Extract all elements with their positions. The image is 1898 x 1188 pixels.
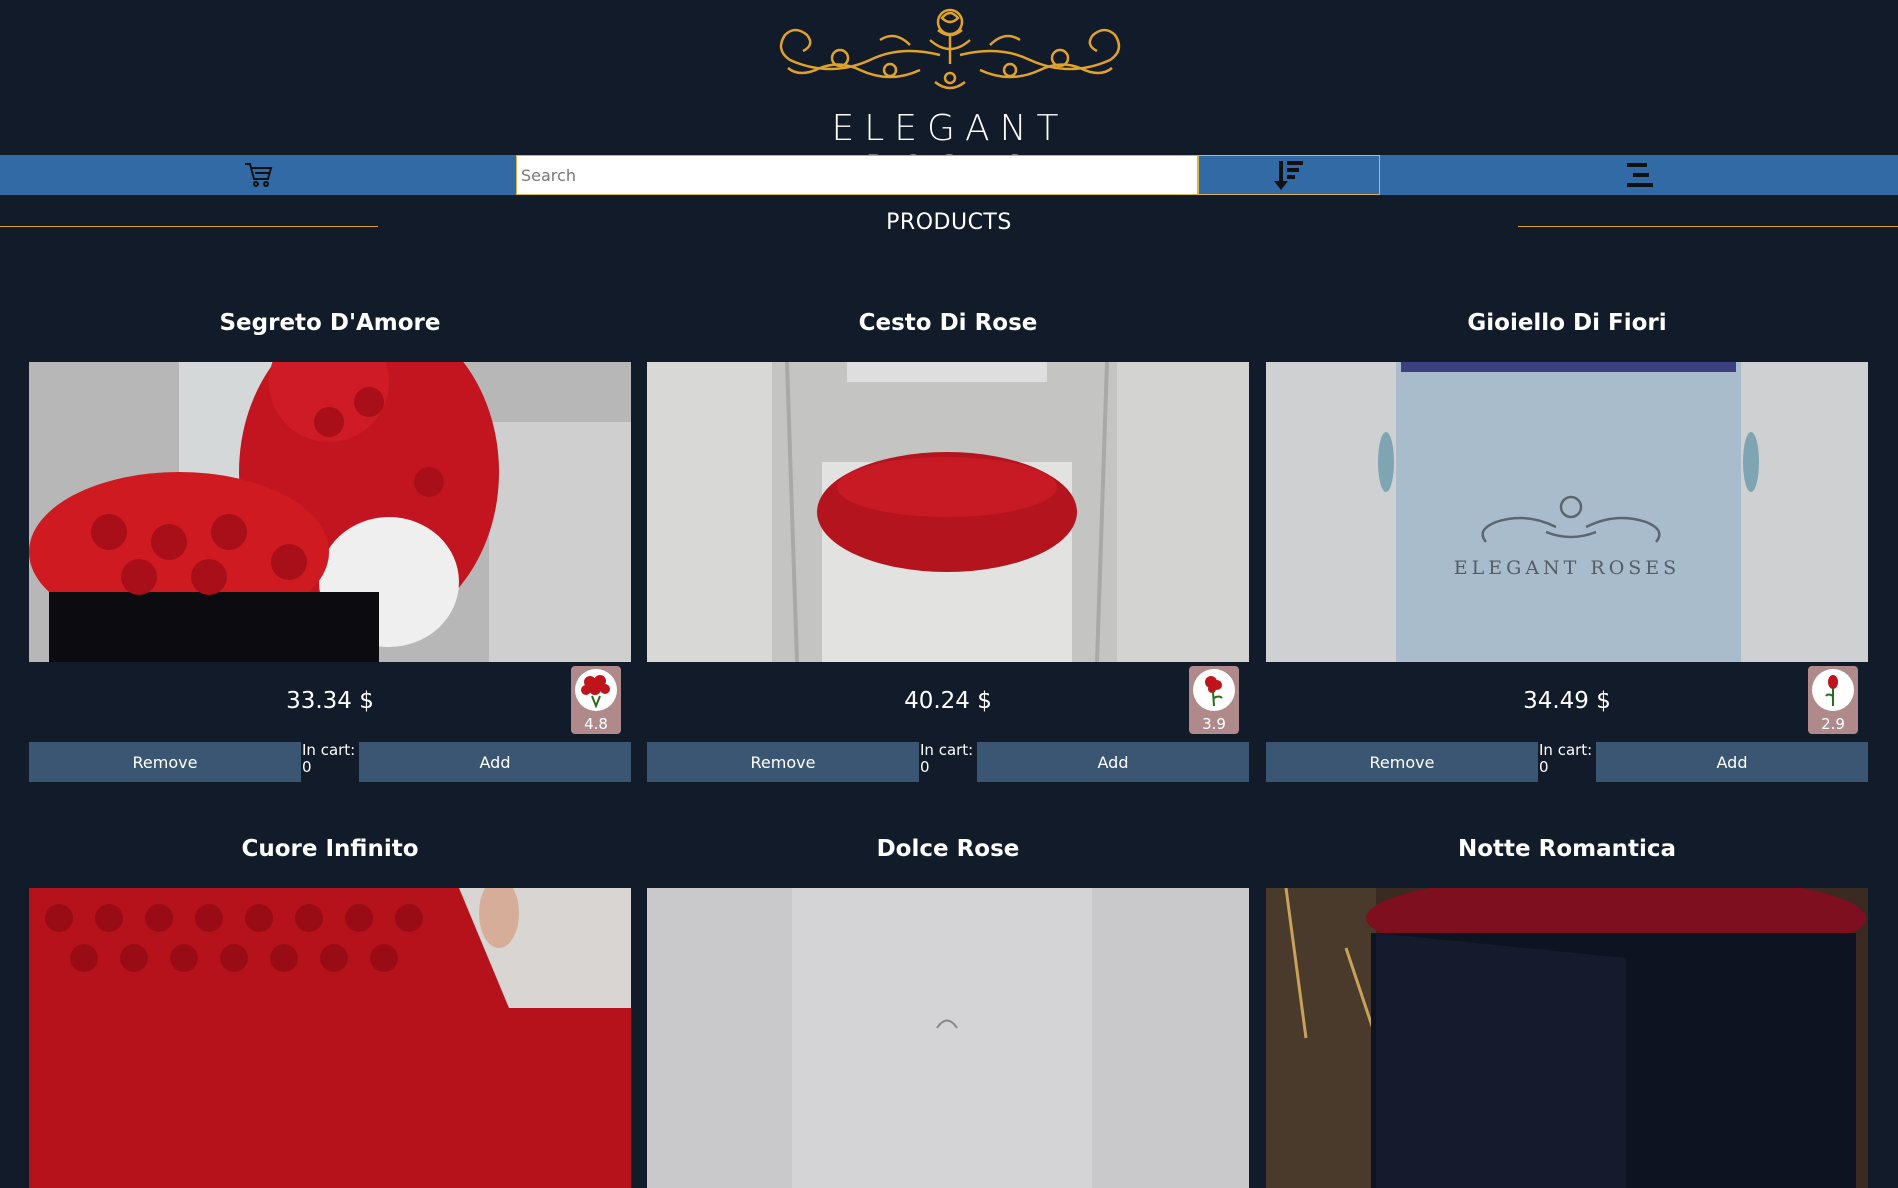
- section-title: PRODUCTS: [886, 210, 1012, 235]
- remove-button[interactable]: Remove: [1266, 742, 1538, 782]
- navbar: [0, 155, 1898, 195]
- logo-ornament: [779, 8, 1121, 90]
- menu-icon: [1627, 163, 1653, 187]
- product-image[interactable]: ELEGANT ROSES: [1266, 362, 1868, 662]
- menu-button[interactable]: [1380, 155, 1898, 195]
- add-button[interactable]: Add: [1596, 742, 1868, 782]
- rating-badge: 2.9: [1808, 666, 1858, 734]
- cart-icon: [245, 163, 273, 187]
- rose-icon: [1193, 669, 1235, 711]
- site-header: ELEGANT ROSES: [0, 0, 1898, 190]
- product-name: Segreto D'Amore: [219, 310, 441, 336]
- product-image[interactable]: [29, 888, 631, 1188]
- product-image[interactable]: [1266, 888, 1868, 1188]
- rose-bouquet-icon: [575, 669, 617, 711]
- cart-button[interactable]: [0, 155, 516, 195]
- product-name: Gioiello Di Fiori: [1467, 310, 1667, 336]
- search-input[interactable]: [516, 155, 1198, 195]
- in-cart-count: In cart: 0: [301, 742, 359, 782]
- in-cart-label: In cart:: [920, 741, 974, 759]
- product-price: 33.34 $: [286, 688, 374, 714]
- in-cart-value: 0: [1539, 758, 1549, 776]
- in-cart-count: In cart: 0: [1538, 742, 1596, 782]
- brand-logo[interactable]: ELEGANT ROSES: [770, 0, 1130, 190]
- in-cart-label: In cart:: [302, 741, 356, 759]
- product-image[interactable]: [29, 362, 631, 662]
- in-cart-value: 0: [302, 758, 312, 776]
- sort-descending-icon: [1274, 161, 1303, 190]
- single-rose-icon: [1812, 669, 1854, 711]
- remove-button[interactable]: Remove: [647, 742, 919, 782]
- product-name: Dolce Rose: [876, 836, 1020, 862]
- product-name: Notte Romantica: [1457, 836, 1677, 862]
- remove-button[interactable]: Remove: [29, 742, 301, 782]
- in-cart-label: In cart:: [1539, 741, 1593, 759]
- product-price: 34.49 $: [1523, 688, 1611, 714]
- add-button[interactable]: Add: [359, 742, 631, 782]
- rating-value: 2.9: [1821, 715, 1845, 733]
- divider-right: [1518, 226, 1898, 227]
- sort-button[interactable]: [1198, 155, 1380, 195]
- rating-value: 3.9: [1202, 715, 1226, 733]
- product-price: 40.24 $: [904, 688, 992, 714]
- rating-value: 4.8: [584, 715, 608, 733]
- rating-badge: 3.9: [1189, 666, 1239, 734]
- box-logo-text: ELEGANT ROSES: [1453, 557, 1681, 579]
- product-image[interactable]: [647, 888, 1249, 1188]
- rating-badge: 4.8: [571, 666, 621, 734]
- in-cart-value: 0: [920, 758, 930, 776]
- product-image[interactable]: [647, 362, 1249, 662]
- product-name: Cesto Di Rose: [858, 310, 1038, 336]
- in-cart-count: In cart: 0: [919, 742, 977, 782]
- product-name: Cuore Infinito: [241, 836, 419, 862]
- add-button[interactable]: Add: [977, 742, 1249, 782]
